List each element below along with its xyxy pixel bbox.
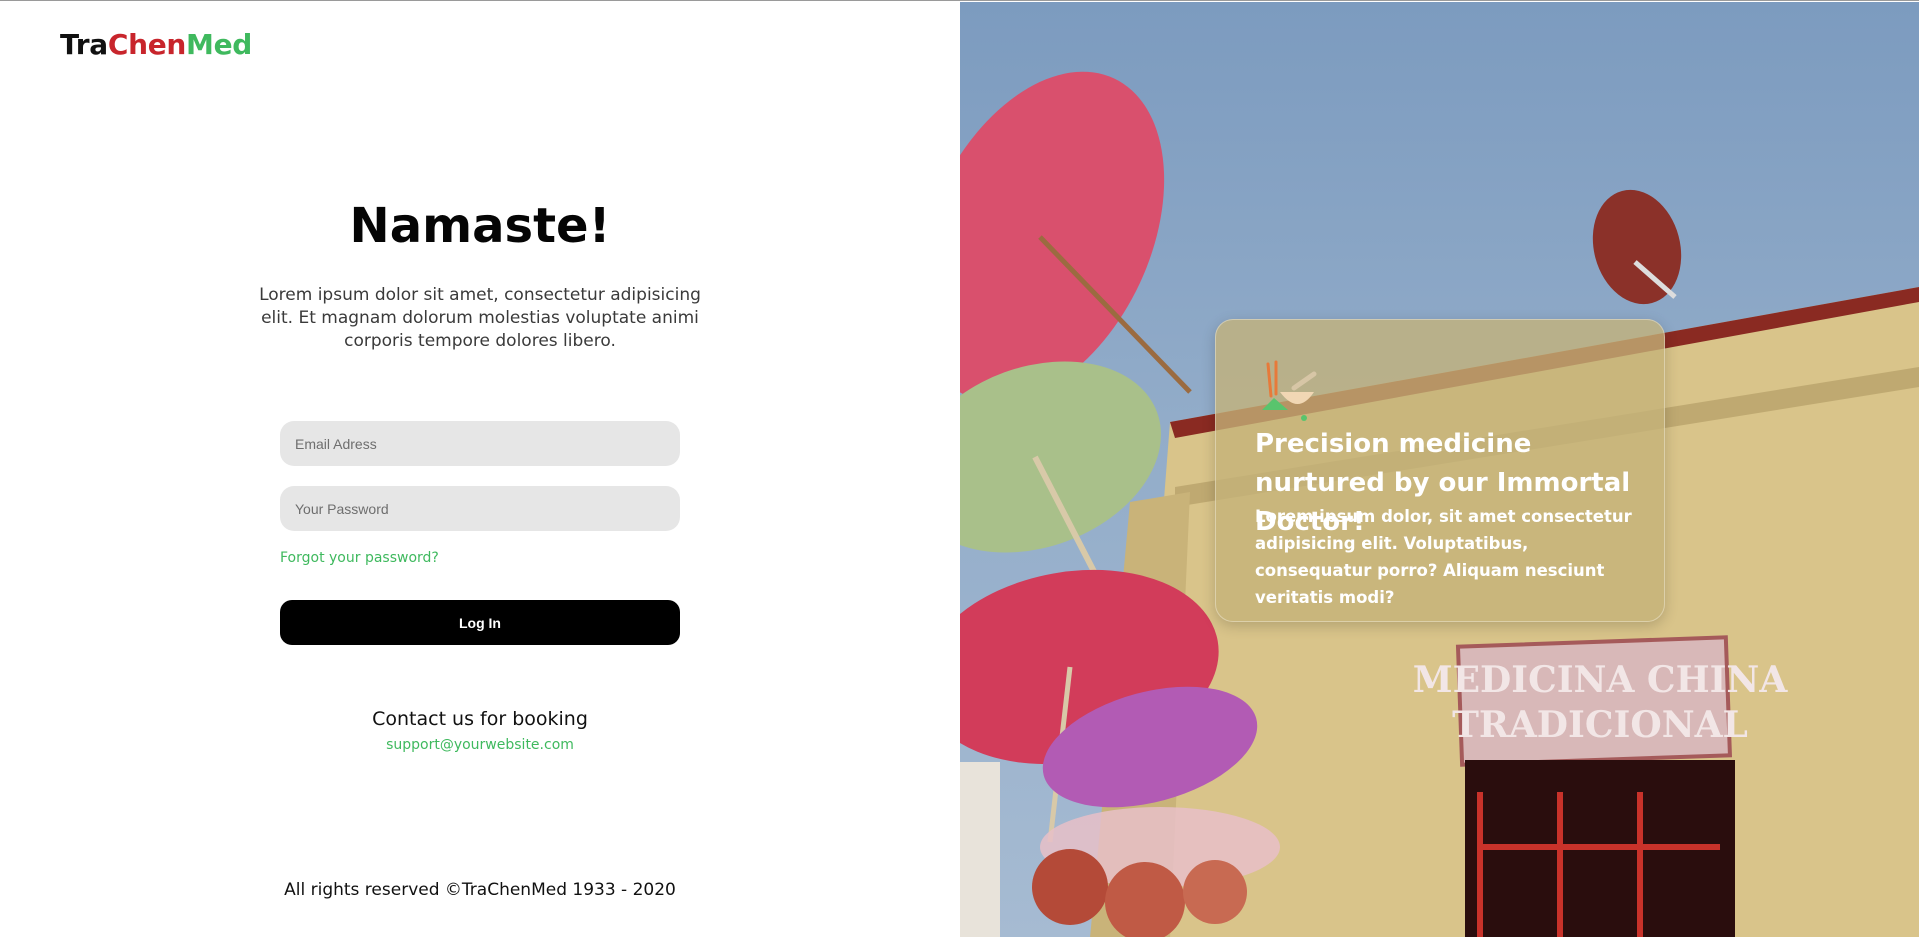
herbal-mortar-icon <box>1262 360 1317 421</box>
logo-part-chen: Chen <box>107 28 187 61</box>
promo-card: Precision medicine nurtured by our Immor… <box>1215 319 1665 622</box>
footer-copyright: All rights reserved ©TraChenMed 1933 - 2… <box>284 880 676 900</box>
login-panel: TraChenMed Namaste! Lorem ipsum dolor si… <box>0 2 960 937</box>
promo-text: Lorem ipsum dolor, sit amet consectetur … <box>1255 507 1632 607</box>
logo-part-med: Med <box>186 28 253 61</box>
satellite-dish <box>1592 189 1682 305</box>
contact-heading: Contact us for booking <box>372 708 588 730</box>
brand-logo[interactable]: TraChenMed <box>60 28 252 61</box>
intro-text: Lorem ipsum dolor sit amet, consectetur … <box>259 285 701 351</box>
background-building <box>960 762 1000 937</box>
hero-image-panel: MEDICINA CHINA TRADICIONAL Precision med… <box>960 2 1919 937</box>
forgot-password-link[interactable]: Forgot your password? <box>280 550 439 566</box>
paper-lantern <box>1183 860 1247 924</box>
logo-part-tra: Tra <box>60 28 108 61</box>
login-button[interactable]: Log In <box>280 600 680 645</box>
contact-email-link[interactable]: support@yourwebsite.com <box>0 737 960 753</box>
sign-text-line2: TRADICIONAL <box>1452 704 1748 746</box>
email-field[interactable] <box>280 421 680 466</box>
sign-text-line1: MEDICINA CHINA <box>1413 659 1789 701</box>
password-field[interactable] <box>280 486 680 531</box>
paper-lantern <box>1032 849 1108 925</box>
page-title: Namaste! <box>349 198 611 254</box>
